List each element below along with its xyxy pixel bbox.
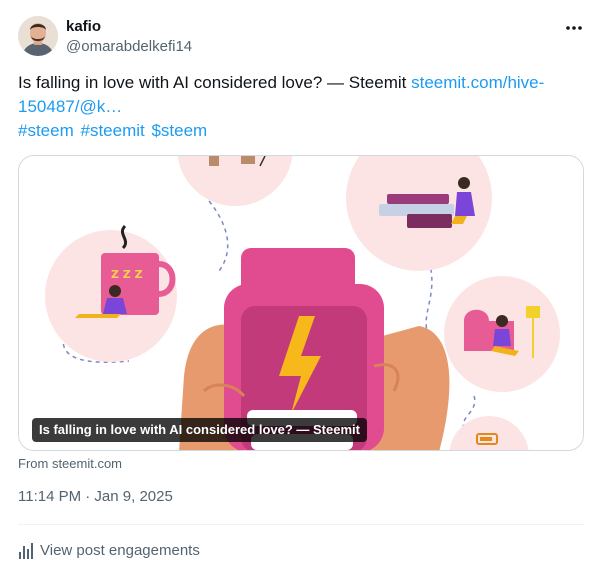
divider bbox=[18, 524, 584, 525]
more-options-button[interactable] bbox=[560, 16, 588, 40]
link-preview-card[interactable]: Z Z Z Is falling in love with AI conside… bbox=[18, 155, 584, 451]
author-handle[interactable]: @omarabdelkefi14 bbox=[66, 37, 192, 57]
svg-text:Z Z Z: Z Z Z bbox=[111, 268, 143, 281]
more-horizontal-icon bbox=[566, 26, 582, 30]
view-engagements-button[interactable]: View post engagements bbox=[18, 541, 200, 561]
tweet-text: Is falling in love with AI considered lo… bbox=[18, 71, 584, 119]
cashtag-steem[interactable]: $steem bbox=[151, 121, 207, 140]
card-source[interactable]: From steemit.com bbox=[18, 456, 122, 472]
hashtag-steem[interactable]: #steem bbox=[18, 121, 74, 140]
avatar-image bbox=[18, 16, 58, 56]
post-timestamp[interactable]: 11:14 PM · Jan 9, 2025 bbox=[18, 487, 173, 507]
card-illustration: Z Z Z bbox=[19, 156, 583, 450]
view-engagements-label: View post engagements bbox=[40, 542, 200, 559]
hashtag-steemit[interactable]: #steemit bbox=[80, 121, 144, 140]
card-title-overlay: Is falling in love with AI considered lo… bbox=[32, 418, 367, 442]
tweet-text-body: Is falling in love with AI considered lo… bbox=[18, 73, 412, 92]
hashtags: #steem #steemit $steem bbox=[18, 119, 209, 143]
bar-chart-icon bbox=[19, 543, 33, 559]
author-display-name[interactable]: kafio bbox=[66, 17, 101, 37]
avatar[interactable] bbox=[18, 16, 58, 56]
